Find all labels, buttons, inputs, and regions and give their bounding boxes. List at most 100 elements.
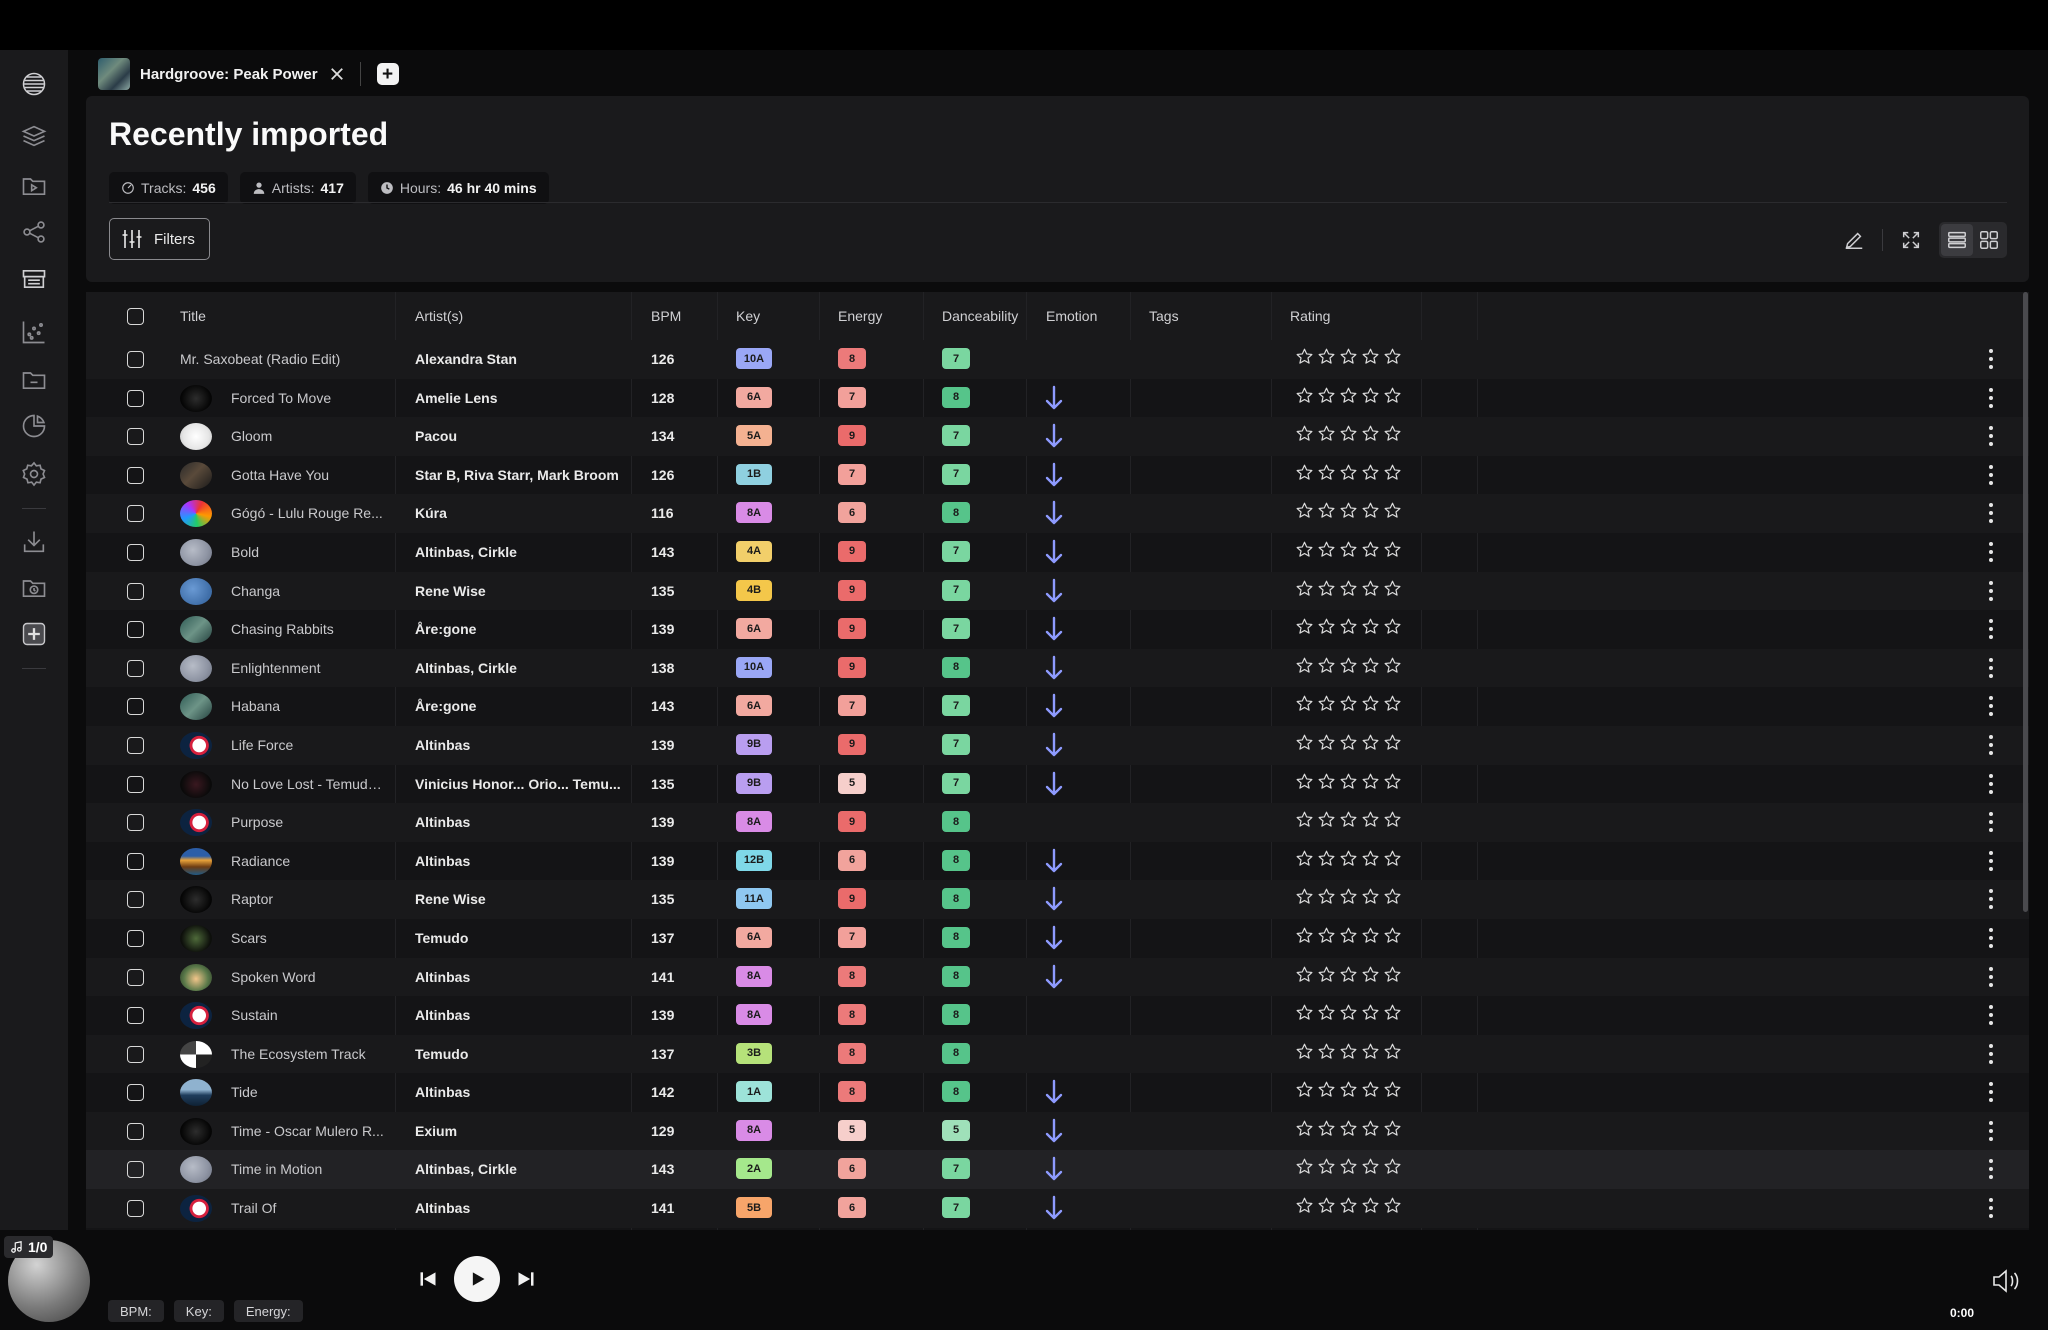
share-graph-icon[interactable]	[20, 218, 48, 246]
star-icon[interactable]	[1383, 772, 1402, 791]
star-icon[interactable]	[1361, 1080, 1380, 1099]
star-icon[interactable]	[1383, 501, 1402, 520]
track-artist[interactable]: Rene Wise	[415, 891, 625, 907]
track-artist[interactable]: Exium	[415, 1123, 625, 1139]
star-icon[interactable]	[1361, 887, 1380, 906]
star-icon[interactable]	[1339, 1042, 1358, 1061]
star-icon[interactable]	[1317, 347, 1336, 366]
star-icon[interactable]	[1317, 579, 1336, 598]
star-icon[interactable]	[1295, 965, 1314, 984]
star-icon[interactable]	[1383, 617, 1402, 636]
star-icon[interactable]	[1361, 656, 1380, 675]
star-icon[interactable]	[1295, 540, 1314, 559]
more-options-icon[interactable]	[1987, 695, 1995, 717]
star-icon[interactable]	[1317, 463, 1336, 482]
row-checkbox[interactable]	[127, 1084, 144, 1102]
table-row[interactable]: Habana Åre:gone 143 6A 7 7	[86, 687, 2029, 726]
star-icon[interactable]	[1339, 1196, 1358, 1215]
table-row[interactable]: Mr. Saxobeat (Radio Edit) Alexandra Stan 1…	[86, 340, 2029, 379]
star-icon[interactable]	[1339, 617, 1358, 636]
column-danceability[interactable]: Danceability	[942, 308, 1018, 324]
more-options-icon[interactable]	[1987, 1197, 1995, 1219]
more-options-icon[interactable]	[1987, 1004, 1995, 1026]
more-options-icon[interactable]	[1987, 502, 1995, 524]
row-checkbox[interactable]	[127, 929, 144, 947]
column-bpm[interactable]: BPM	[651, 308, 681, 324]
table-row[interactable]: Forced To Move Amelie Lens 128 6A 7 8	[86, 379, 2029, 418]
row-checkbox[interactable]	[127, 1161, 144, 1179]
track-title[interactable]: Bold	[231, 544, 386, 560]
star-icon[interactable]	[1383, 694, 1402, 713]
edit-pencil-icon[interactable]	[1840, 226, 1868, 254]
star-icon[interactable]	[1383, 810, 1402, 829]
star-icon[interactable]	[1383, 463, 1402, 482]
star-icon[interactable]	[1295, 1196, 1314, 1215]
tab-playlist[interactable]: Hardgroove: Peak Power +	[98, 58, 399, 90]
star-icon[interactable]	[1295, 926, 1314, 945]
row-checkbox[interactable]	[127, 1200, 144, 1218]
row-checkbox[interactable]	[127, 659, 144, 677]
row-checkbox[interactable]	[127, 389, 144, 407]
column-key[interactable]: Key	[736, 308, 760, 324]
more-options-icon[interactable]	[1987, 387, 1995, 409]
table-row[interactable]: Life Force Altinbas 139 9B 9 7	[86, 725, 2029, 765]
row-checkbox[interactable]	[127, 543, 144, 561]
star-icon[interactable]	[1317, 849, 1336, 868]
star-icon[interactable]	[1339, 965, 1358, 984]
track-artist[interactable]: Altinbas, Cirkle	[415, 544, 625, 560]
star-icon[interactable]	[1339, 733, 1358, 752]
more-options-icon[interactable]	[1987, 1158, 1995, 1180]
track-title[interactable]: Tide	[231, 1084, 386, 1100]
track-artist[interactable]: Altinbas, Cirkle	[415, 1161, 625, 1177]
row-checkbox[interactable]	[127, 775, 144, 793]
star-icon[interactable]	[1383, 965, 1402, 984]
scatter-chart-icon[interactable]	[20, 318, 48, 346]
track-artist[interactable]: Temudo	[415, 930, 625, 946]
row-checkbox[interactable]	[127, 1122, 144, 1140]
more-options-icon[interactable]	[1987, 425, 1995, 447]
star-icon[interactable]	[1317, 965, 1336, 984]
table-row[interactable]: Bold Altinbas, Cirkle 143 4A 9 7	[86, 533, 2029, 572]
more-options-icon[interactable]	[1987, 927, 1995, 949]
track-title[interactable]: Gloom	[231, 428, 386, 444]
track-artist[interactable]: Altinbas	[415, 853, 625, 869]
star-icon[interactable]	[1339, 386, 1358, 405]
star-icon[interactable]	[1317, 926, 1336, 945]
star-icon[interactable]	[1339, 656, 1358, 675]
track-title[interactable]: The Ecosystem Track	[231, 1046, 386, 1062]
star-icon[interactable]	[1317, 424, 1336, 443]
track-title[interactable]: Gotta Have You	[231, 467, 386, 483]
more-options-icon[interactable]	[1987, 348, 1995, 370]
star-icon[interactable]	[1295, 1157, 1314, 1176]
star-icon[interactable]	[1317, 772, 1336, 791]
more-options-icon[interactable]	[1987, 966, 1995, 988]
row-checkbox[interactable]	[127, 968, 144, 986]
star-icon[interactable]	[1317, 540, 1336, 559]
track-artist[interactable]: Altinbas	[415, 1200, 625, 1216]
star-icon[interactable]	[1295, 386, 1314, 405]
track-artist[interactable]: Altinbas	[415, 814, 625, 830]
star-icon[interactable]	[1317, 810, 1336, 829]
table-row[interactable]: Gógó - Lulu Rouge Re... Kúra 116 8A 6 8	[86, 494, 2029, 533]
star-icon[interactable]	[1361, 501, 1380, 520]
star-icon[interactable]	[1339, 463, 1358, 482]
row-checkbox[interactable]	[127, 736, 144, 754]
star-icon[interactable]	[1339, 1080, 1358, 1099]
star-icon[interactable]	[1361, 849, 1380, 868]
star-icon[interactable]	[1295, 347, 1314, 366]
star-icon[interactable]	[1295, 887, 1314, 906]
table-row[interactable]: Gotta Have You Star B, Riva Starr, Mark B…	[86, 456, 2029, 495]
track-title[interactable]: Mr. Saxobeat (Radio Edit)	[180, 351, 386, 367]
more-options-icon[interactable]	[1987, 888, 1995, 910]
star-icon[interactable]	[1339, 347, 1358, 366]
expand-icon[interactable]	[1897, 226, 1925, 254]
star-icon[interactable]	[1339, 772, 1358, 791]
star-icon[interactable]	[1383, 540, 1402, 559]
column-tags[interactable]: Tags	[1149, 308, 1179, 324]
track-artist[interactable]: Amelie Lens	[415, 390, 625, 406]
track-title[interactable]: Changa	[231, 583, 386, 599]
row-checkbox[interactable]	[127, 505, 144, 523]
crate-icon[interactable]	[20, 265, 48, 293]
star-icon[interactable]	[1361, 772, 1380, 791]
star-icon[interactable]	[1383, 849, 1402, 868]
